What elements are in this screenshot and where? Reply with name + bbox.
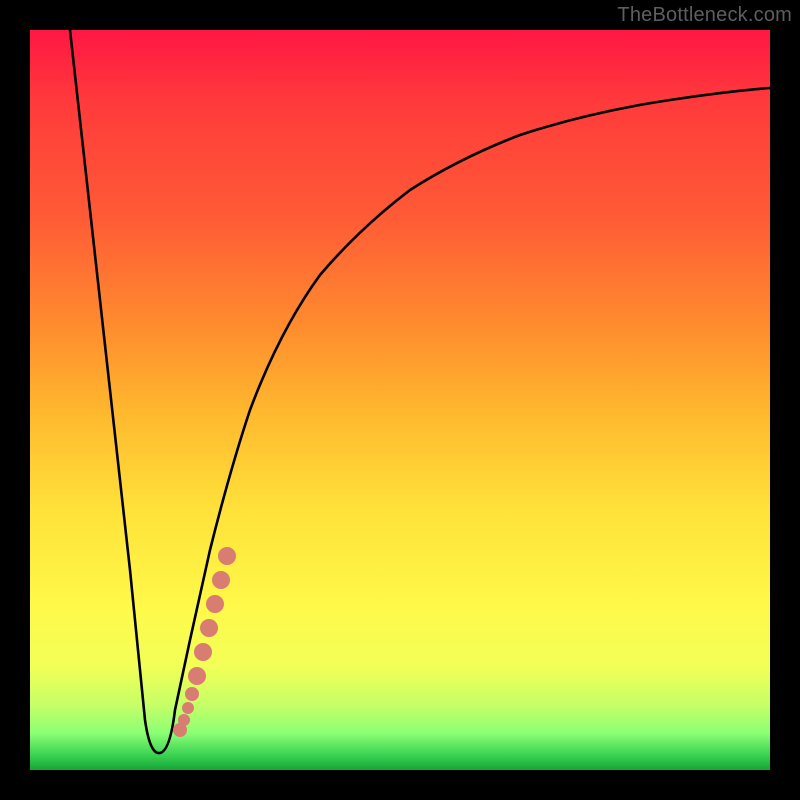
chart-svg (30, 30, 770, 770)
bottleneck-curve (70, 30, 770, 753)
chart-frame: TheBottleneck.com (0, 0, 800, 800)
plot-area (30, 30, 770, 770)
watermark-text: TheBottleneck.com (617, 4, 792, 27)
